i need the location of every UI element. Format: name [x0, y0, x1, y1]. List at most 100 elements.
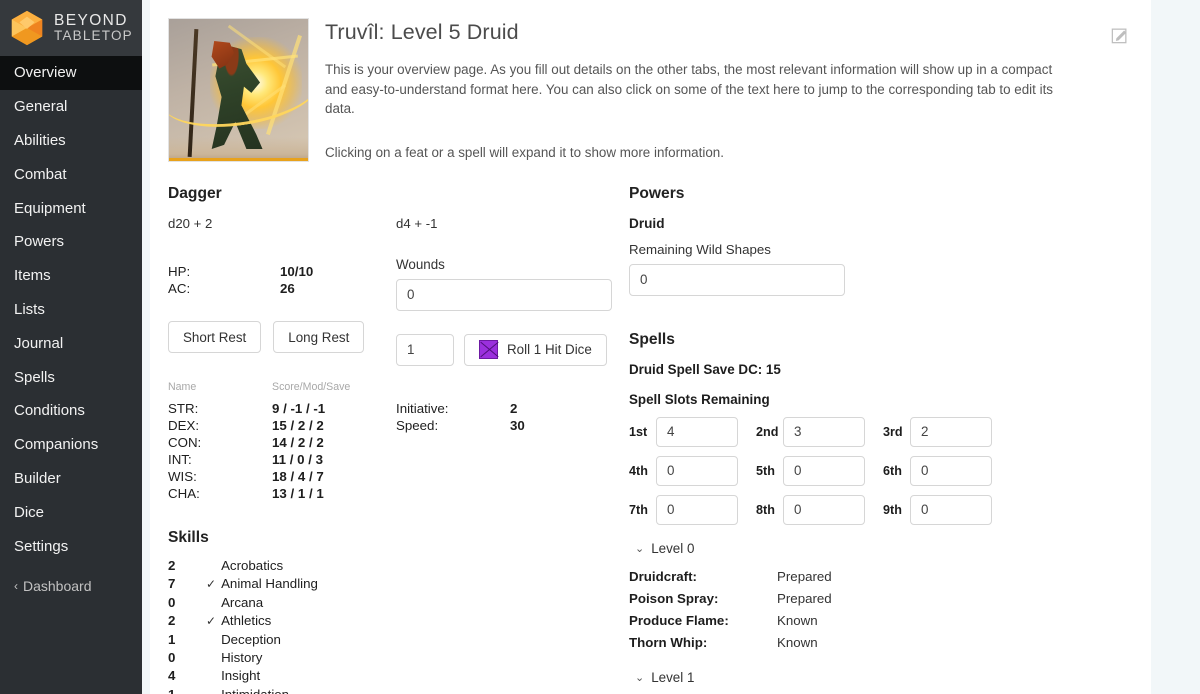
- sidebar-item-label: Powers: [14, 233, 64, 250]
- page-title: Truvîl: Level 5 Druid: [325, 20, 1129, 45]
- wild-shapes-input[interactable]: [629, 264, 845, 296]
- sidebar-item-label: Lists: [14, 301, 45, 318]
- sidebar-item-settings[interactable]: Settings: [0, 529, 142, 563]
- d4-die-icon: [479, 340, 498, 359]
- spell-slot-input[interactable]: [910, 456, 992, 486]
- hp-label: HP:: [168, 263, 280, 281]
- list-item[interactable]: 0 ✓History: [168, 649, 623, 667]
- spell-slot-row: 4th 5th 6th: [629, 456, 1129, 486]
- wounds-input[interactable]: [396, 279, 612, 311]
- sidebar-item-dashboard[interactable]: ‹ Dashboard: [0, 569, 142, 603]
- list-item[interactable]: 1 ✓Deception: [168, 631, 623, 649]
- table-row[interactable]: INT: 11 / 0 / 3: [168, 451, 396, 468]
- spell-slot-input[interactable]: [656, 456, 738, 486]
- skill-name: Animal Handling: [221, 575, 318, 592]
- sidebar-item-abilities[interactable]: Abilities: [0, 124, 142, 158]
- sidebar-item-conditions[interactable]: Conditions: [0, 394, 142, 428]
- list-item[interactable]: Produce Flame: Known: [629, 610, 1129, 632]
- sidebar-item-label: Overview: [14, 64, 77, 81]
- list-item[interactable]: 4 ✓Insight: [168, 667, 623, 685]
- sidebar-item-label: Dice: [14, 504, 44, 521]
- sidebar-item-label: Journal: [14, 335, 63, 352]
- edit-pencil-square-icon[interactable]: [1111, 26, 1129, 44]
- list-item[interactable]: 1 ✓Intimidation: [168, 686, 623, 694]
- speed-value: 30: [510, 417, 525, 435]
- spell-status: Prepared: [777, 566, 832, 588]
- spell-slot-input[interactable]: [910, 417, 992, 447]
- skill-name: Athletics: [221, 612, 271, 629]
- sidebar-item-journal[interactable]: Journal: [0, 326, 142, 360]
- weapon-damage-roll[interactable]: d4 + -1: [396, 216, 623, 231]
- main-content: Truvîl: Level 5 Druid This is your overv…: [142, 0, 1200, 694]
- list-item[interactable]: Druidcraft: Prepared: [629, 566, 1129, 588]
- spell-name: Druidcraft:: [629, 566, 777, 588]
- spell-group-toggle-level-0[interactable]: ⌄ Level 0: [629, 541, 1129, 556]
- spell-slot-input[interactable]: [656, 417, 738, 447]
- list-item[interactable]: 2 ✓Athletics: [168, 612, 623, 630]
- sidebar-item-label: Combat: [14, 166, 67, 183]
- spells-title: Spells: [629, 331, 1129, 349]
- table-row[interactable]: STR: 9 / -1 / -1: [168, 400, 396, 417]
- spell-slot-9th: 9th: [883, 495, 1010, 525]
- weapon-damage-col: d4 + -1 Wounds Roll 1 Hit Dice: [396, 216, 623, 502]
- spell-name: Poison Spray:: [629, 588, 777, 610]
- skills-section: Skills 2 ✓Acrobatics 7 ✓Animal Handling: [168, 529, 623, 694]
- spell-slot-input[interactable]: [656, 495, 738, 525]
- wounds-label: Wounds: [396, 257, 623, 272]
- initiative-value: 2: [510, 400, 517, 418]
- spell-group-toggle-level-1[interactable]: ⌄ Level 1: [629, 670, 1129, 685]
- list-item[interactable]: 7 ✓Animal Handling: [168, 575, 623, 593]
- spell-slot-input[interactable]: [783, 495, 865, 525]
- sidebar-item-items[interactable]: Items: [0, 259, 142, 293]
- chevron-down-icon: ⌄: [635, 671, 644, 684]
- sidebar-item-lists[interactable]: Lists: [0, 293, 142, 327]
- list-item[interactable]: Thorn Whip: Known: [629, 632, 1129, 654]
- sidebar-item-spells[interactable]: Spells: [0, 360, 142, 394]
- ability-value: 15 / 2 / 2: [272, 417, 324, 434]
- list-item[interactable]: 0 ✓Arcana: [168, 594, 623, 612]
- spell-slot-input[interactable]: [783, 417, 865, 447]
- powers-class-name[interactable]: Druid: [629, 216, 1129, 231]
- table-row[interactable]: WIS: 18 / 4 / 7: [168, 468, 396, 485]
- ac-label: AC:: [168, 280, 280, 298]
- vitals-row-ac: AC: 26: [168, 280, 396, 298]
- weapon-name[interactable]: Dagger: [168, 185, 623, 203]
- spell-slot-input[interactable]: [910, 495, 992, 525]
- sidebar-item-companions[interactable]: Companions: [0, 428, 142, 462]
- list-item[interactable]: Poison Spray: Prepared: [629, 588, 1129, 610]
- brand-line-1: BEYOND: [54, 13, 133, 29]
- vitals-row-hp: HP: 10/10: [168, 263, 396, 281]
- spell-slot-row: 7th 8th 9th: [629, 495, 1129, 525]
- skill-name: Insight: [221, 667, 260, 684]
- sidebar-item-dice[interactable]: Dice: [0, 495, 142, 529]
- spell-slots-grid: 1st 2nd 3rd: [629, 417, 1129, 525]
- combat-stats-block: Initiative: 2 Speed: 30: [396, 400, 623, 435]
- spell-slot-row: 1st 2nd 3rd: [629, 417, 1129, 447]
- sidebar-item-builder[interactable]: Builder: [0, 462, 142, 496]
- sidebar-item-combat[interactable]: Combat: [0, 157, 142, 191]
- hit-dice-count-input[interactable]: [396, 334, 454, 366]
- spell-name: Produce Flame:: [629, 610, 777, 632]
- table-row[interactable]: DEX: 15 / 2 / 2: [168, 417, 396, 434]
- sidebar-item-general[interactable]: General: [0, 90, 142, 124]
- ability-name: CHA:: [168, 485, 272, 502]
- short-rest-button[interactable]: Short Rest: [168, 321, 261, 353]
- table-row[interactable]: CON: 14 / 2 / 2: [168, 434, 396, 451]
- spell-slot-input[interactable]: [783, 456, 865, 486]
- sidebar-item-overview[interactable]: Overview: [0, 56, 142, 90]
- ac-value: 26: [280, 280, 295, 298]
- weapon-attack-roll[interactable]: d20 + 2: [168, 216, 396, 231]
- sidebar-item-powers[interactable]: Powers: [0, 225, 142, 259]
- list-item[interactable]: 2 ✓Acrobatics: [168, 557, 623, 575]
- skill-value: 2: [168, 612, 206, 630]
- long-rest-button[interactable]: Long Rest: [273, 321, 364, 353]
- ability-name: CON:: [168, 434, 272, 451]
- ability-scores-table: Name Score/Mod/Save STR: 9 / -1 / -1 DEX…: [168, 381, 396, 502]
- table-row[interactable]: CHA: 13 / 1 / 1: [168, 485, 396, 502]
- vitals-block: HP: 10/10 AC: 26: [168, 263, 396, 298]
- ability-value: 13 / 1 / 1: [272, 485, 324, 502]
- ability-col-name: Name: [168, 381, 272, 393]
- roll-hit-dice-button[interactable]: Roll 1 Hit Dice: [464, 334, 607, 366]
- sidebar-item-equipment[interactable]: Equipment: [0, 191, 142, 225]
- brand-logo-block[interactable]: BEYOND TABLETOP: [0, 0, 142, 56]
